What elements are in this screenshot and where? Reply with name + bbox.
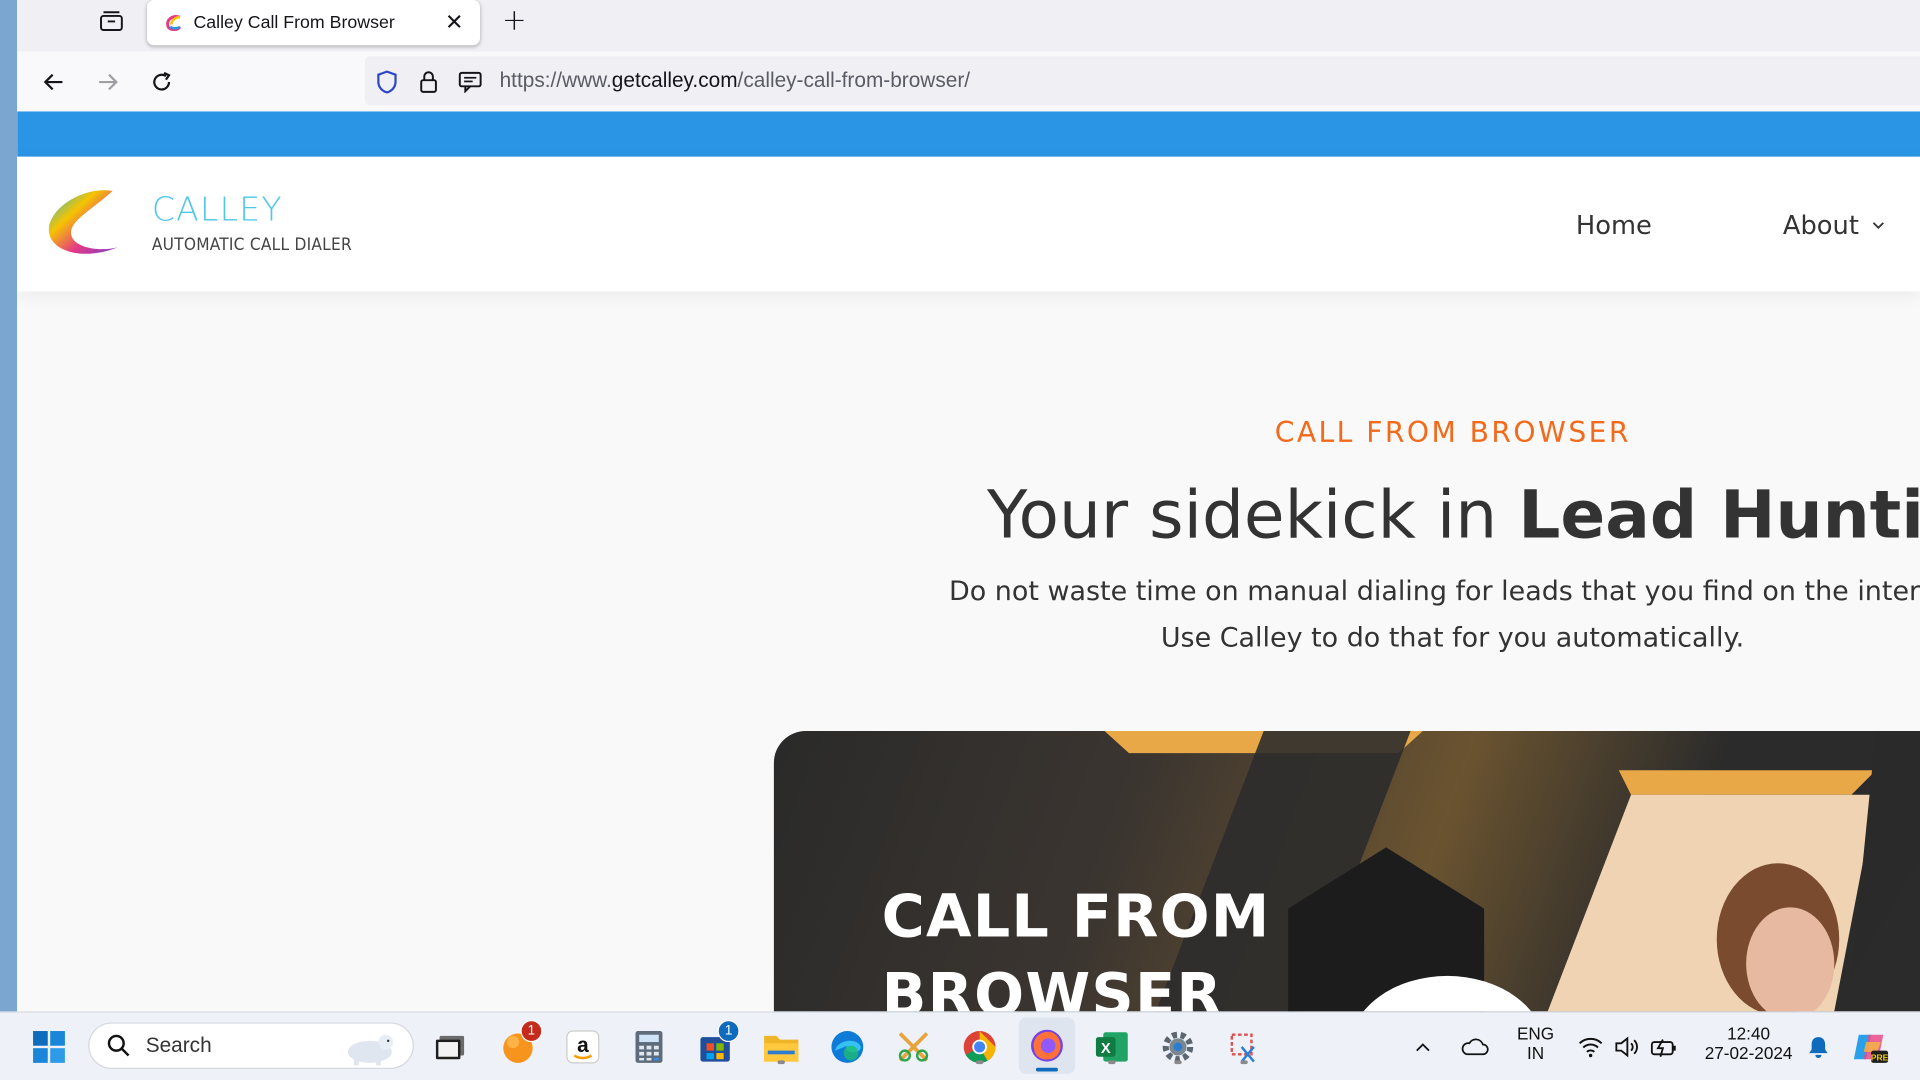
clock-time: 12:40 [1727, 1023, 1771, 1044]
lock-icon[interactable] [416, 70, 440, 94]
desktop-edge [0, 0, 18, 1012]
top-announcement-strip [17, 111, 1920, 157]
banner-headline: CALL FROM BROWSER [881, 878, 1271, 1012]
wifi-icon[interactable] [1575, 1025, 1607, 1069]
running-indicator [1108, 1060, 1116, 1065]
hero-title-bold: Lead Hunting [1518, 476, 1920, 554]
tab-list-button[interactable] [93, 5, 130, 37]
file-explorer-icon[interactable] [759, 1025, 803, 1069]
calley-favicon-icon [166, 14, 182, 31]
microsoft-store-icon[interactable]: 1 [693, 1020, 740, 1069]
section-eyebrow: CALL FROM BROWSER [1274, 417, 1631, 450]
logo-tagline: AUTOMATIC CALL DIALER [151, 235, 352, 255]
firefox-icon[interactable] [1018, 1017, 1076, 1074]
svg-text:a: a [577, 1034, 589, 1057]
snip-sketch-icon[interactable] [1222, 1025, 1266, 1069]
url-text[interactable]: https://www.getcalley.com/calley-call-fr… [500, 69, 970, 93]
url-path: /calley-call-from-browser/ [737, 68, 971, 92]
running-indicator [975, 1060, 984, 1065]
tab-title: Calley Call From Browser [193, 12, 395, 33]
notification-badge: 1 [520, 1020, 543, 1043]
copilot-icon[interactable]: PRE [1849, 1025, 1891, 1069]
active-indicator [1035, 1067, 1058, 1072]
onedrive-cloud-icon[interactable] [1457, 1025, 1491, 1069]
running-indicator [777, 1060, 785, 1065]
polar-bear-illustration-icon [347, 1034, 394, 1066]
orange-app-icon[interactable]: 1 [496, 1020, 543, 1069]
battery-charging-icon[interactable] [1648, 1025, 1680, 1069]
forward-button[interactable] [91, 65, 125, 99]
svg-text:X: X [1101, 1041, 1111, 1057]
permissions-icon[interactable] [458, 70, 482, 94]
reload-button[interactable] [144, 65, 178, 99]
amazon-icon[interactable]: a [561, 1025, 605, 1069]
tab-bar: Calley Call From Browser ✕ + [17, 0, 1920, 52]
tracking-shield-icon[interactable] [375, 70, 399, 94]
site-header: CALLEY AUTOMATIC CALL DIALER Home About [17, 156, 1920, 292]
nav-about-label: About [1782, 210, 1859, 241]
forward-arrow-icon [99, 73, 118, 91]
windows-taskbar: Search 1 a 1 X ENG IN 12:40 27-02-2024 P… [0, 1011, 1920, 1080]
banner-line2: BROWSER [881, 961, 1223, 1012]
nav-home-link[interactable]: Home [1576, 211, 1652, 240]
language-line2: IN [1526, 1043, 1545, 1063]
language-indicator[interactable]: ENG IN [1506, 1024, 1565, 1063]
language-line1: ENG [1516, 1023, 1555, 1044]
hero-subtitle-line1: Do not waste time on manual dialing for … [948, 576, 1920, 608]
running-indicator [1174, 1060, 1182, 1065]
tab-list-icon [100, 11, 123, 31]
search-icon [107, 1034, 130, 1057]
search-label: Search [145, 1033, 212, 1057]
back-button[interactable] [37, 65, 71, 99]
notification-bell-icon[interactable] [1802, 1025, 1834, 1069]
navigation-bar: https://www.getcalley.com/calley-call-fr… [17, 51, 1920, 112]
hero-title-plain: Your sidekick in [986, 476, 1519, 554]
nav-about-link[interactable]: About [1783, 211, 1886, 240]
calculator-icon[interactable] [627, 1025, 671, 1069]
chevron-up-icon[interactable] [1408, 1025, 1437, 1069]
running-indicator [1240, 1060, 1248, 1065]
reload-icon [153, 71, 171, 91]
hero-title: Your sidekick in Lead Hunting [987, 476, 1920, 553]
volume-icon[interactable] [1611, 1025, 1643, 1069]
banner-line1: CALL FROM [881, 882, 1271, 952]
chrome-icon[interactable] [958, 1025, 1002, 1069]
tab-calley[interactable]: Calley Call From Browser ✕ [146, 0, 481, 46]
svg-text:PRE: PRE [1871, 1052, 1888, 1062]
back-arrow-icon [43, 73, 63, 91]
excel-icon[interactable]: X [1090, 1025, 1134, 1069]
taskbar-search-box[interactable]: Search [88, 1022, 414, 1069]
logo-name[interactable]: CALLEY [152, 191, 283, 229]
url-prefix: https://www. [499, 68, 612, 92]
edge-icon[interactable] [825, 1025, 869, 1069]
hero-subtitle-line2: Use Calley to do that for you automatica… [1160, 623, 1745, 654]
url-host: getcalley.com [611, 68, 738, 92]
calley-logo-icon[interactable] [44, 186, 125, 262]
store-badge: 1 [717, 1020, 740, 1043]
web-page: CALLEY AUTOMATIC CALL DIALER Home About … [17, 111, 1920, 1012]
chevron-down-icon [1872, 222, 1885, 230]
new-tab-button[interactable]: + [497, 2, 531, 36]
settings-icon[interactable] [1156, 1025, 1200, 1069]
url-bar[interactable]: https://www.getcalley.com/calley-call-fr… [364, 56, 1920, 106]
close-tab-icon[interactable]: ✕ [441, 9, 468, 36]
clock[interactable]: 12:40 27-02-2024 [1690, 1024, 1808, 1063]
windows-start-icon[interactable] [27, 1025, 71, 1069]
hero-banner-image: CALL FROM BROWSER [773, 731, 1920, 1012]
snipping-tool-icon[interactable] [891, 1025, 935, 1069]
task-view-icon[interactable] [429, 1025, 473, 1069]
clock-date: 27-02-2024 [1704, 1043, 1793, 1063]
